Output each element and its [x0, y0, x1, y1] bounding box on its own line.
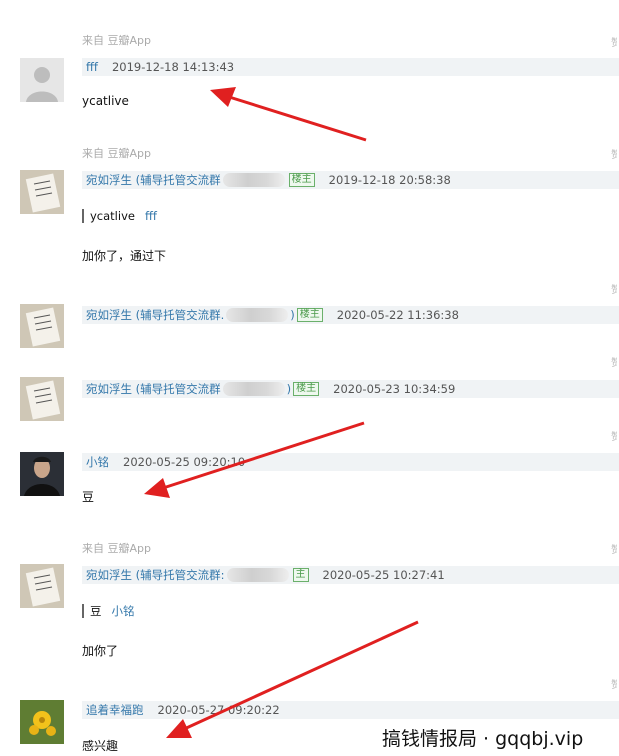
arrow-icon — [144, 421, 365, 498]
watermark: 搞钱情报局 · gqqbj.vip — [378, 724, 588, 751]
arrow-icon — [166, 620, 419, 738]
annotation-arrows — [144, 87, 419, 738]
arrow-icon — [210, 87, 367, 142]
